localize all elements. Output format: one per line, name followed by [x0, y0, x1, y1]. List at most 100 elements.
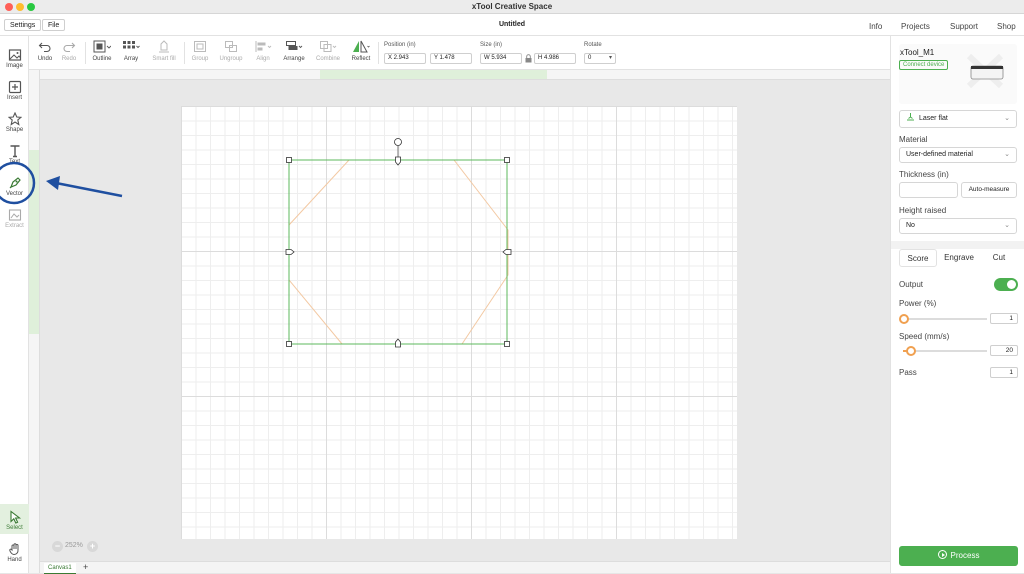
- undo-button[interactable]: Undo: [35, 40, 55, 68]
- power-input[interactable]: 1: [990, 313, 1018, 324]
- process-button[interactable]: Process: [899, 546, 1018, 566]
- tool-image[interactable]: Image: [0, 42, 29, 72]
- ruler-selection-highlight: [320, 70, 547, 79]
- tool-shape[interactable]: Shape: [0, 106, 29, 136]
- text-icon: [10, 145, 19, 158]
- rotate-dropdown-icon[interactable]: ▾: [609, 54, 612, 61]
- insert-icon: [8, 80, 21, 94]
- size-h-input[interactable]: H 4.986: [534, 53, 576, 64]
- array-button[interactable]: Array: [119, 40, 143, 68]
- toolbar-divider: [378, 42, 379, 64]
- tool-extract[interactable]: Extract: [0, 202, 29, 232]
- arrange-button[interactable]: Arrange: [281, 40, 307, 68]
- process-mode-select[interactable]: Laser flat ⌄: [899, 110, 1017, 128]
- align-icon: [255, 41, 272, 52]
- ungroup-button[interactable]: Ungroup: [217, 40, 245, 68]
- toolbar-divider: [184, 42, 185, 64]
- zoom-in-button[interactable]: +: [87, 541, 98, 552]
- artboard[interactable]: [181, 106, 737, 539]
- right-panel: xTool_M1 Connect device Laser flat ⌄ Mat…: [890, 36, 1024, 573]
- rotate-label: Rotate: [584, 42, 602, 48]
- reflect-icon: [353, 40, 370, 53]
- speed-slider-thumb[interactable]: [906, 346, 917, 356]
- nav-info[interactable]: Info: [869, 22, 882, 31]
- nav-support[interactable]: Support: [950, 22, 978, 31]
- array-icon: [123, 41, 140, 49]
- smart-fill-button[interactable]: Smart fill: [148, 40, 180, 68]
- device-name: xTool_M1: [900, 48, 935, 57]
- position-y-input[interactable]: Y 1.478: [430, 53, 472, 64]
- canvas-tab[interactable]: Canvas1: [44, 563, 76, 574]
- tool-hand[interactable]: Hand: [0, 536, 29, 566]
- tool-insert[interactable]: Insert: [0, 74, 29, 104]
- smart-fill-icon: [159, 40, 169, 53]
- tool-vector[interactable]: Vector: [0, 170, 29, 200]
- group-icon: [194, 41, 206, 52]
- align-button[interactable]: Align: [251, 40, 275, 68]
- pass-label: Pass: [899, 368, 917, 377]
- app-title: xTool Creative Space: [471, 2, 553, 11]
- outline-button[interactable]: Outline: [90, 40, 114, 68]
- outline-icon: [93, 40, 111, 53]
- pass-input[interactable]: 1: [990, 367, 1018, 378]
- image-icon: [8, 49, 21, 61]
- nav-projects[interactable]: Projects: [901, 22, 930, 31]
- speed-label: Speed (mm/s): [899, 332, 950, 341]
- tab-engrave[interactable]: Engrave: [939, 249, 979, 267]
- horizontal-ruler: [40, 70, 890, 80]
- tool-select[interactable]: Select: [0, 504, 29, 534]
- output-label: Output: [899, 280, 924, 289]
- group-button[interactable]: Group: [189, 40, 211, 68]
- position-x-input[interactable]: X 2.943: [384, 53, 426, 64]
- tab-score[interactable]: Score: [899, 249, 937, 267]
- power-label: Power (%): [899, 299, 937, 308]
- tab-cut[interactable]: Cut: [981, 249, 1017, 267]
- canvas-tabs: Canvas1 +: [40, 561, 890, 574]
- reflect-button[interactable]: Reflect: [347, 40, 375, 68]
- material-select[interactable]: User-defined material ⌄: [899, 147, 1017, 163]
- height-raised-label: Height raised: [899, 206, 947, 215]
- height-raised-select[interactable]: No ⌄: [899, 218, 1017, 234]
- vertical-ruler: [29, 70, 40, 573]
- extract-icon: [8, 209, 21, 221]
- add-canvas-button[interactable]: +: [83, 562, 88, 572]
- chevron-down-icon: ⌄: [1004, 115, 1010, 122]
- combine-button[interactable]: Combine: [313, 40, 343, 68]
- top-toolbar: Undo Redo Outline Array Smart fill Group…: [29, 36, 890, 70]
- pen-icon: [9, 177, 21, 189]
- shape-icon: [7, 112, 22, 126]
- menubar: Settings File Untitled Info Projects Sup…: [0, 14, 1024, 36]
- output-toggle[interactable]: [994, 278, 1018, 291]
- panel-divider: [891, 241, 1024, 249]
- toggle-knob: [1007, 280, 1016, 289]
- zoom-out-button[interactable]: −: [52, 541, 63, 552]
- toolbar-divider: [85, 42, 86, 64]
- auto-measure-button[interactable]: Auto-measure: [961, 182, 1017, 198]
- tool-text[interactable]: Text: [0, 138, 29, 168]
- play-icon: [937, 550, 947, 559]
- nav-shop[interactable]: Shop: [997, 22, 1016, 31]
- zoom-level: 252%: [65, 542, 83, 549]
- ungroup-icon: [225, 41, 237, 52]
- material-label: Material: [899, 135, 928, 144]
- power-slider[interactable]: [898, 314, 987, 324]
- ruler-selection-highlight: [29, 150, 39, 334]
- size-label: Size (in): [480, 42, 503, 48]
- speed-input[interactable]: 20: [990, 345, 1018, 356]
- redo-button[interactable]: Redo: [59, 40, 79, 68]
- position-label: Position (in): [384, 42, 416, 48]
- undo-icon: [38, 42, 51, 53]
- window-titlebar: xTool Creative Space: [0, 0, 1024, 14]
- power-slider-thumb[interactable]: [898, 314, 909, 324]
- hand-icon: [8, 543, 19, 556]
- select-cursor-icon: [9, 510, 21, 524]
- lock-icon[interactable]: [525, 54, 532, 63]
- combine-icon: [320, 41, 337, 52]
- size-w-input[interactable]: W 5.934: [480, 53, 522, 64]
- chevron-down-icon: ⌄: [1004, 151, 1010, 158]
- thickness-label: Thickness (in): [899, 170, 949, 179]
- speed-slider[interactable]: [903, 346, 987, 356]
- thickness-input[interactable]: [899, 182, 958, 198]
- connect-device-button[interactable]: Connect device: [899, 60, 949, 70]
- chevron-down-icon: ⌄: [1004, 222, 1010, 229]
